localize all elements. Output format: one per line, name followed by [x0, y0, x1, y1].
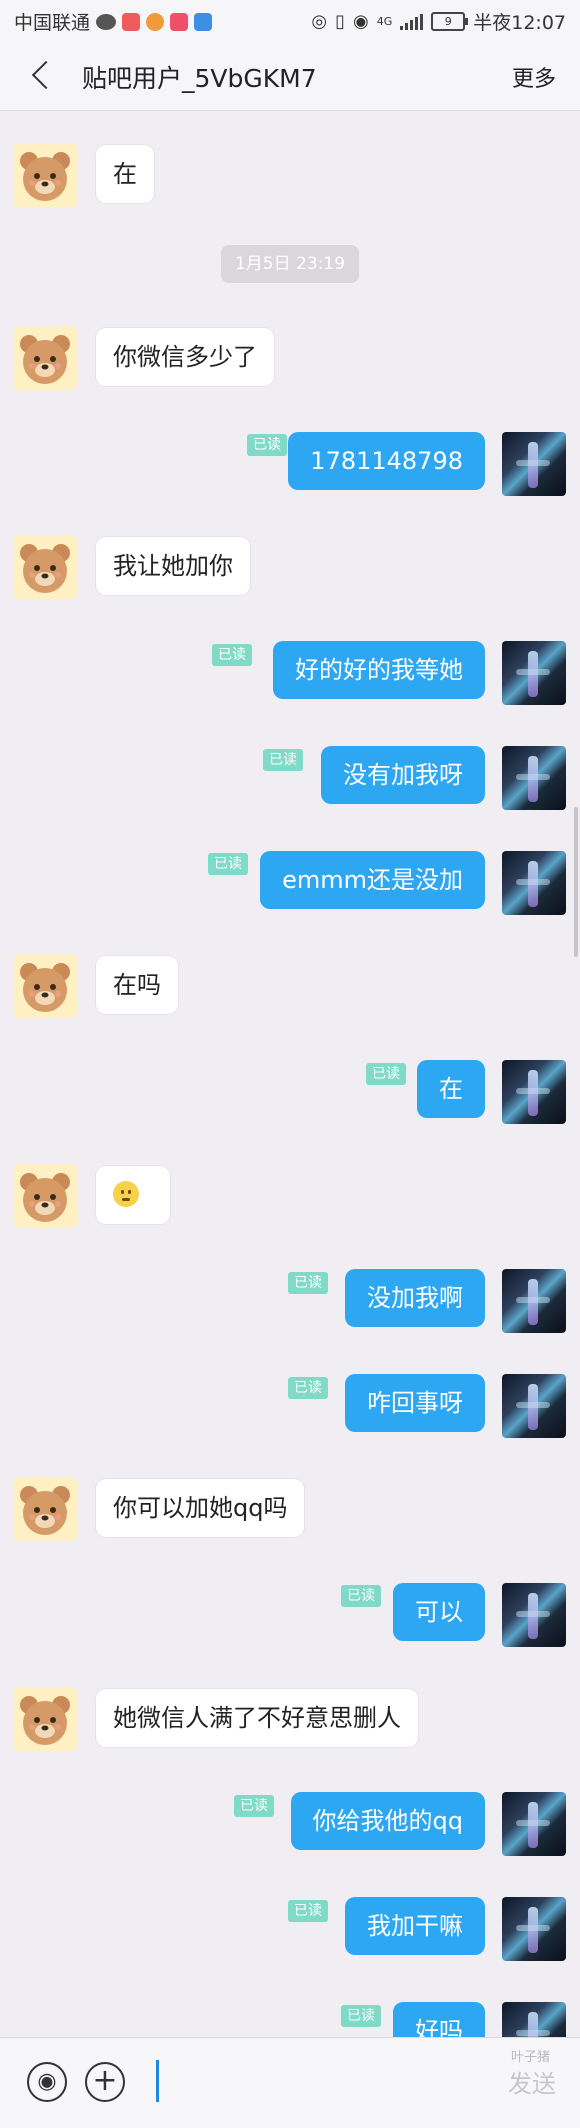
read-badge: 已读 [341, 1585, 381, 1607]
incoming-message[interactable]: 你可以加她qq吗 [96, 1479, 305, 1537]
battery-icon: 9 [431, 12, 469, 31]
incoming-message[interactable]: 你微信多少了 [96, 328, 274, 386]
incoming-message[interactable] [96, 1166, 170, 1224]
contact-avatar[interactable] [13, 143, 77, 207]
read-badge: 已读 [341, 2005, 381, 2027]
app-icon-orange [146, 12, 165, 31]
read-badge: 已读 [288, 1272, 328, 1294]
read-badge: 已读 [288, 1900, 328, 1922]
contact-avatar[interactable] [13, 1687, 77, 1751]
my-avatar[interactable] [502, 851, 566, 915]
contact-avatar[interactable] [13, 1164, 77, 1228]
app-icon-red [122, 12, 141, 31]
app-icon-blue [194, 12, 213, 31]
read-badge: 已读 [366, 1063, 406, 1085]
incoming-message[interactable]: 我让她加你 [96, 537, 250, 595]
contact-avatar[interactable] [13, 1477, 77, 1541]
outgoing-message[interactable]: 你给我他的qq [290, 1792, 485, 1850]
scrollbar-thumb[interactable] [574, 807, 578, 957]
app-icon-pink [170, 12, 189, 31]
my-avatar[interactable] [502, 1269, 566, 1333]
clock-label: 半夜12:07 [473, 12, 566, 34]
read-badge: 已读 [212, 644, 252, 666]
outgoing-message[interactable]: 好的好的我等她 [273, 641, 485, 699]
voice-input-icon[interactable]: ◉ [27, 2062, 67, 2102]
my-avatar[interactable] [502, 1060, 566, 1124]
outgoing-message[interactable]: 在 [417, 1060, 485, 1118]
carrier-label: 中国联通 [14, 12, 91, 34]
timestamp-divider: 1月5日 23:19 [221, 245, 359, 283]
signal-icon [400, 13, 424, 30]
outgoing-message[interactable]: emmm还是没加 [260, 851, 485, 909]
read-badge: 已读 [288, 1377, 328, 1399]
text-input-cursor[interactable] [156, 2060, 159, 2102]
my-avatar[interactable] [502, 641, 566, 705]
chat-header: 贴吧用户_5VbGKM7 更多 [0, 40, 580, 111]
contact-avatar[interactable] [13, 954, 77, 1018]
my-avatar[interactable] [502, 1583, 566, 1647]
more-button[interactable]: 更多 [512, 61, 556, 93]
my-avatar[interactable] [502, 746, 566, 810]
my-avatar[interactable] [502, 432, 566, 496]
my-avatar[interactable] [502, 1374, 566, 1438]
outgoing-message[interactable]: 1781148798 [288, 432, 485, 490]
outgoing-message[interactable]: 可以 [393, 1583, 485, 1641]
message-list[interactable]: 在 1月5日 23:19 你微信多少了 已读 1781148798 我让她加你 … [0, 111, 580, 2066]
outgoing-message[interactable]: 咋回事呀 [345, 1374, 485, 1432]
outgoing-message[interactable]: 没有加我呀 [321, 746, 485, 804]
confused-face-emoji-icon [113, 1181, 139, 1207]
outgoing-message[interactable]: 没加我啊 [345, 1269, 485, 1327]
contact-avatar[interactable] [13, 535, 77, 599]
incoming-message[interactable]: 在吗 [96, 956, 178, 1014]
incoming-message[interactable]: 她微信人满了不好意思删人 [96, 1689, 418, 1747]
outgoing-message[interactable]: 我加干嘛 [345, 1897, 485, 1955]
my-avatar[interactable] [502, 1897, 566, 1961]
wechat-icon [96, 13, 117, 30]
read-badge: 已读 [208, 853, 248, 875]
network-label: 4G [376, 15, 393, 28]
back-arrow-icon[interactable] [30, 60, 54, 90]
send-button[interactable]: 发送 [508, 2064, 556, 2099]
read-badge: 已读 [247, 434, 287, 456]
read-badge: 已读 [234, 1795, 274, 1817]
watermark: 叶子猪 [510, 2050, 550, 2065]
vibrate-icon: ▯ [335, 11, 345, 32]
my-avatar[interactable] [502, 1792, 566, 1856]
message-input-bar: ◉ + 叶子猪 发送 [0, 2037, 580, 2128]
read-badge: 已读 [263, 749, 303, 771]
contact-avatar[interactable] [13, 326, 77, 390]
status-bar: 中国联通 ◎ ▯ ◉ 4G 9 半夜12:07 [0, 0, 580, 40]
add-attachment-icon[interactable]: + [85, 2062, 125, 2102]
chat-title: 贴吧用户_5VbGKM7 [82, 64, 317, 93]
incoming-message[interactable]: 在 [96, 145, 154, 203]
eye-icon: ◉ [352, 11, 369, 32]
hotspot-icon: ◎ [311, 11, 328, 32]
